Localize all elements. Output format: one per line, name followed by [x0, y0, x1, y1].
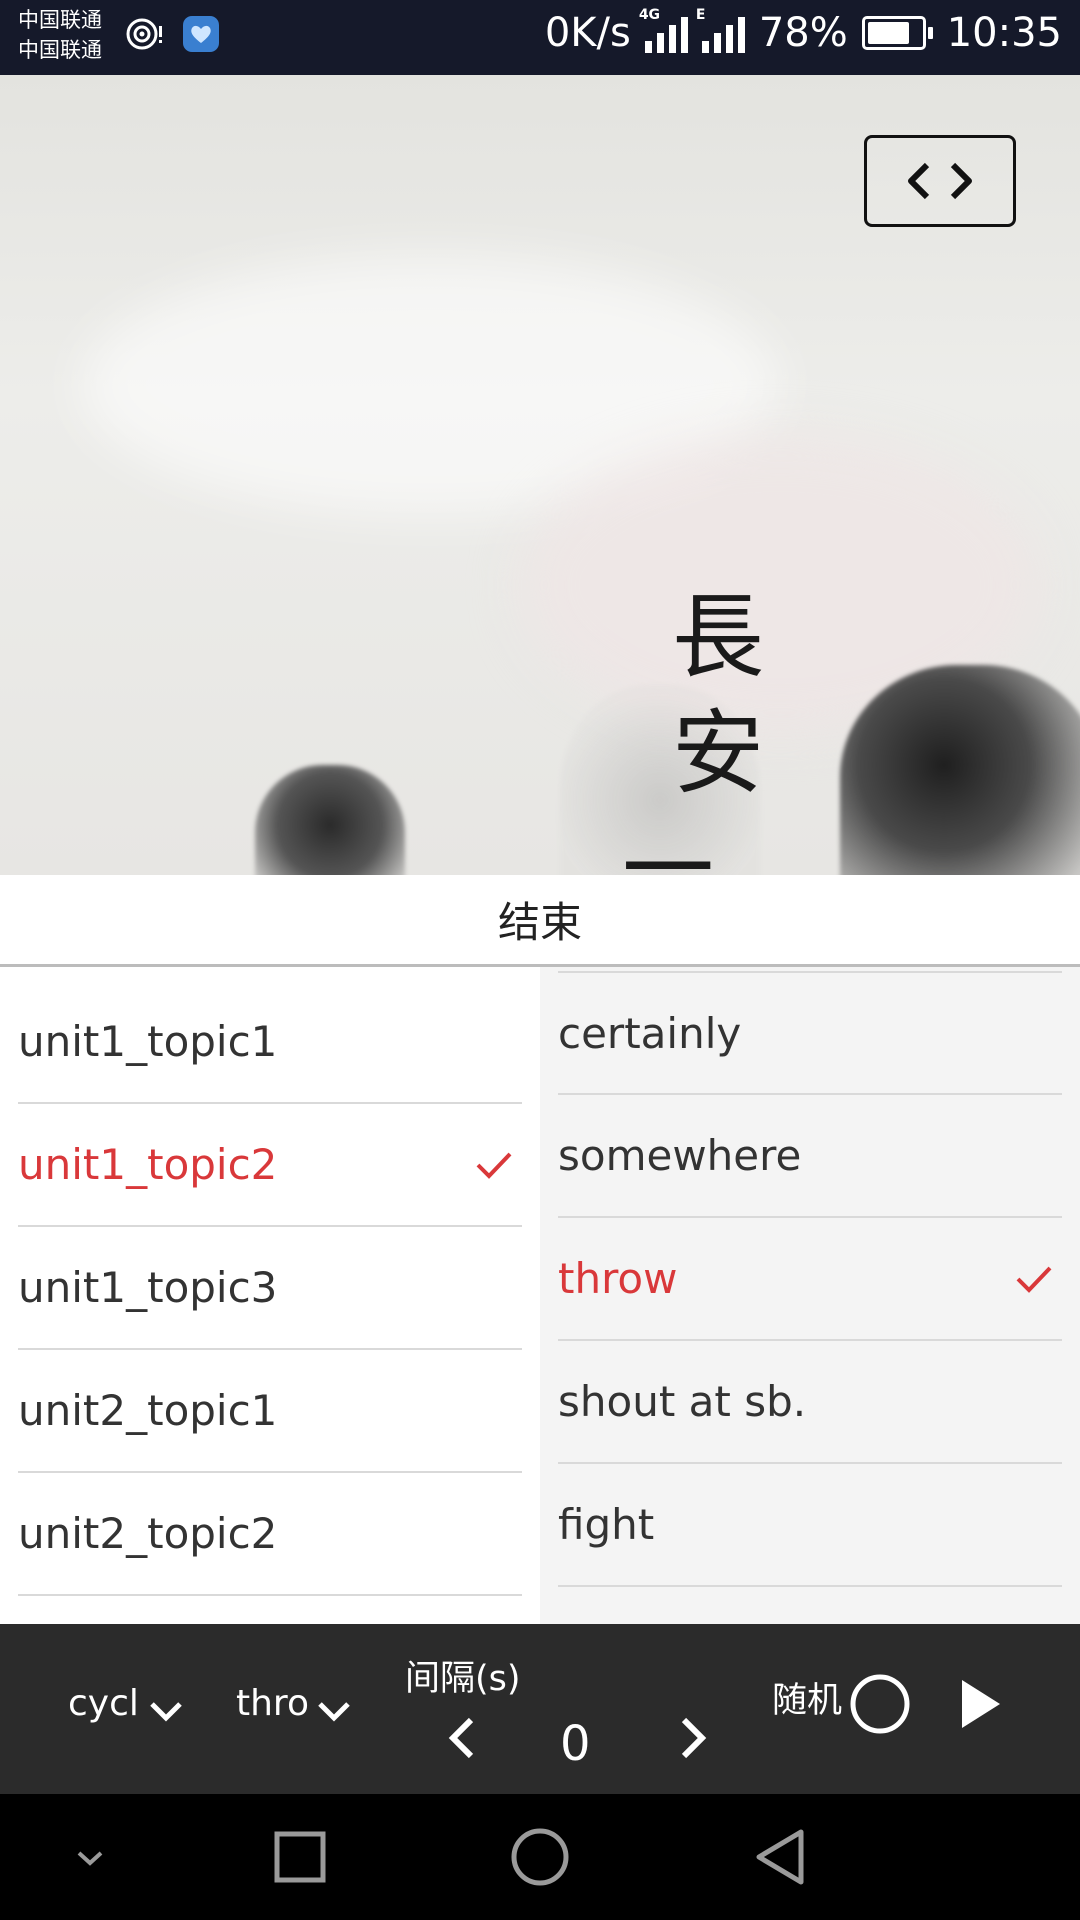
nav-home-button[interactable]: [500, 1794, 580, 1920]
done-button[interactable]: 结束: [492, 888, 588, 951]
topic-item[interactable]: unit2_topic2: [18, 1473, 522, 1596]
word-label: certainly: [558, 1008, 742, 1058]
word-label: throw: [558, 1254, 678, 1303]
topic-item[interactable]: unit1_topic1: [18, 981, 522, 1104]
topic-label: unit1_topic3: [18, 1263, 278, 1312]
health-app-icon: [183, 16, 219, 52]
nav-recent-button[interactable]: [260, 1794, 340, 1920]
calligraphy-char: 翰: [702, 868, 802, 875]
word-item[interactable]: shout at sb.: [558, 1341, 1062, 1464]
signal2-label: E: [695, 7, 706, 23]
word-list[interactable]: certainly somewhere throw shout at sb. f…: [540, 967, 1080, 1624]
check-icon: [476, 1152, 512, 1179]
word-dropdown[interactable]: throw: [236, 1672, 356, 1734]
calligraphy-text: 長 安 一: [622, 580, 768, 875]
hotspot-icon: [126, 18, 162, 50]
topic-list[interactable]: unit1_topic1 unit1_topic2 unit1_topic3 u…: [0, 967, 540, 1624]
word-value: throw: [236, 1682, 308, 1724]
play-icon[interactable]: [958, 1676, 1004, 1732]
calligraphy-char: 長: [671, 584, 764, 691]
nav-back-button[interactable]: [740, 1794, 820, 1920]
status-right: 0K/s 4G E 78% 10:35: [544, 7, 1062, 56]
word-label: fight: [558, 1500, 655, 1549]
word-label: shout at sb.: [558, 1377, 807, 1426]
battery-percent: 78%: [758, 10, 848, 56]
topic-label: unit1_topic2: [18, 1140, 278, 1189]
picker-header: 结束: [0, 875, 1080, 967]
mountain-right: [840, 665, 1080, 875]
word-item[interactable]: fight: [558, 1464, 1062, 1587]
mode-value: cycle: [68, 1682, 140, 1724]
topic-label: unit1_topic1: [18, 1017, 278, 1066]
topic-label: unit2_topic1: [18, 1386, 278, 1435]
system-navigation-bar: [0, 1794, 1080, 1920]
topic-item[interactable]: unit2_topic1: [18, 1350, 522, 1473]
signal-4g-icon: 4G: [639, 7, 688, 53]
status-bar: 中国联通 中国联通 0K/s 4G E 78% 10:35: [0, 0, 1080, 75]
chevron-down-icon: [150, 1702, 182, 1722]
nav-down-icon: [77, 1851, 103, 1866]
nav-home-icon: [511, 1828, 569, 1886]
nav-down-button[interactable]: [60, 1794, 120, 1920]
nav-recent-icon: [274, 1831, 326, 1883]
check-icon: [1016, 1266, 1052, 1293]
calligraphy-char: 一: [621, 816, 714, 875]
carrier-2: 中国联通: [18, 38, 102, 62]
carrier-1: 中国联通: [18, 8, 102, 32]
mountain-left: [255, 765, 405, 875]
word-label: somewhere: [558, 1131, 802, 1180]
clock: 10:35: [946, 10, 1062, 56]
code-icon: [908, 162, 972, 200]
word-item[interactable]: certainly: [558, 973, 1062, 1095]
battery-icon: [861, 16, 933, 50]
nav-back-icon: [756, 1829, 804, 1885]
carrier-labels: 中国联通 中国联通: [18, 5, 102, 65]
net-speed: 0K/s: [544, 10, 631, 56]
signal-e-icon: E: [696, 7, 745, 53]
calligraphy-char: 安: [671, 700, 764, 807]
signal1-label: 4G: [638, 7, 661, 23]
status-left-icons: [124, 14, 220, 54]
interval-label: 间隔(s): [405, 1659, 521, 1699]
topic-label: unit2_topic2: [18, 1509, 278, 1558]
chevron-right-icon[interactable]: [672, 1714, 712, 1762]
chevron-down-icon: [318, 1702, 350, 1722]
word-item[interactable]: somewhere: [558, 1095, 1062, 1218]
chevron-left-icon[interactable]: [443, 1714, 483, 1762]
mode-dropdown[interactable]: cycle: [68, 1672, 188, 1734]
playback-toolbar: cycle throw 间隔(s) 0 随机: [0, 1624, 1080, 1794]
word-item-selected[interactable]: throw: [558, 1218, 1062, 1341]
code-toggle-button[interactable]: [864, 135, 1016, 227]
topic-item-selected[interactable]: unit1_topic2: [18, 1104, 522, 1227]
radio-empty-icon[interactable]: [848, 1672, 912, 1736]
topic-item[interactable]: unit1_topic3: [18, 1227, 522, 1350]
interval-value: 0: [560, 1716, 591, 1772]
calligraphy-text-2: 翰: [702, 868, 802, 875]
battery-fill: [867, 22, 909, 44]
random-label: 随机: [772, 1681, 843, 1721]
